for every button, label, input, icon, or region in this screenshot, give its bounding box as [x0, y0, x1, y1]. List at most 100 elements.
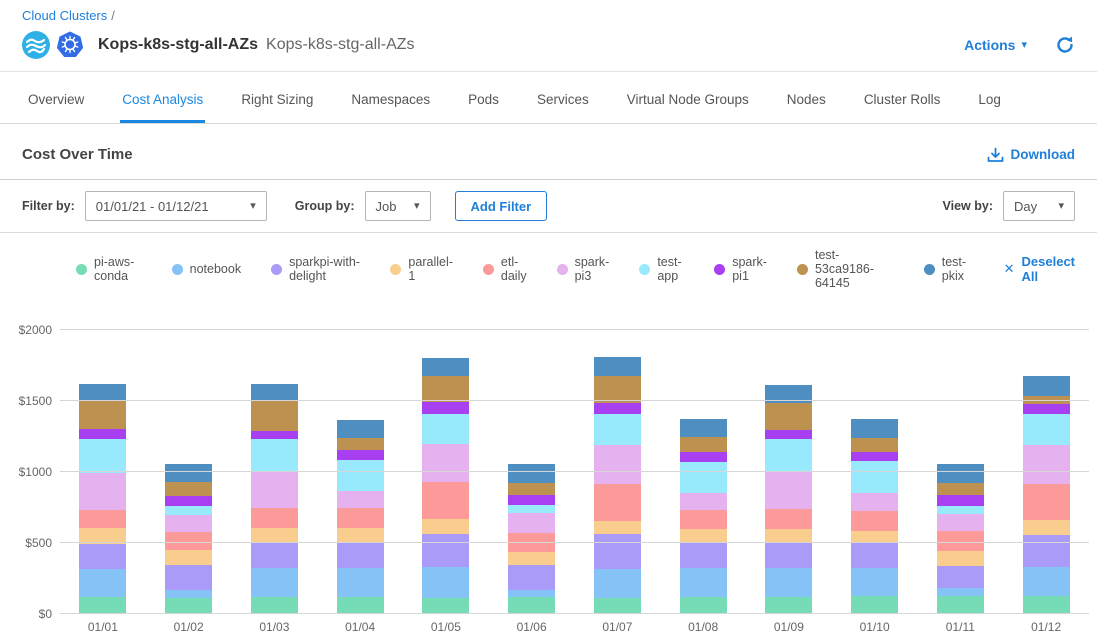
bar-segment-notebook[interactable] — [851, 568, 898, 596]
bar-segment-test-53ca9186-64145[interactable] — [165, 482, 212, 496]
bar-segment-etl-daily[interactable] — [79, 510, 126, 529]
bar-segment-spark-pi3[interactable] — [422, 444, 469, 482]
bar-segment-pi-aws-conda[interactable] — [422, 598, 469, 614]
bar-segment-etl-daily[interactable] — [765, 509, 812, 529]
bar-01/07[interactable] — [594, 357, 641, 614]
bar-segment-test-53ca9186-64145[interactable] — [337, 438, 384, 451]
bar-segment-test-app[interactable] — [937, 506, 984, 513]
bar-segment-sparkpi-with-delight[interactable] — [508, 565, 555, 589]
bar-segment-pi-aws-conda[interactable] — [851, 596, 898, 614]
legend-item-etl-daily[interactable]: etl-daily — [483, 255, 527, 283]
bar-segment-parallel-1[interactable] — [165, 550, 212, 565]
bar-segment-spark-pi3[interactable] — [508, 513, 555, 533]
bar-segment-notebook[interactable] — [937, 588, 984, 596]
legend-item-notebook[interactable]: notebook — [172, 262, 241, 276]
bar-segment-notebook[interactable] — [251, 568, 298, 597]
bar-segment-spark-pi3[interactable] — [765, 472, 812, 510]
bar-segment-notebook[interactable] — [337, 568, 384, 597]
bar-segment-spark-pi1[interactable] — [251, 431, 298, 439]
bar-segment-spark-pi3[interactable] — [851, 493, 898, 511]
bar-segment-sparkpi-with-delight[interactable] — [422, 534, 469, 568]
bar-segment-test-app[interactable] — [594, 414, 641, 445]
bar-segment-test-app[interactable] — [765, 439, 812, 471]
bar-segment-test-53ca9186-64145[interactable] — [937, 483, 984, 495]
bar-segment-spark-pi3[interactable] — [79, 473, 126, 510]
bar-segment-spark-pi1[interactable] — [851, 452, 898, 461]
tab-right-sizing[interactable]: Right Sizing — [239, 72, 315, 123]
bar-segment-pi-aws-conda[interactable] — [79, 597, 126, 614]
bar-01/03[interactable] — [251, 384, 298, 614]
bar-01/11[interactable] — [937, 464, 984, 614]
actions-button[interactable]: Actions ▾ — [964, 37, 1027, 53]
bar-segment-test-app[interactable] — [508, 505, 555, 513]
bar-segment-test-53ca9186-64145[interactable] — [680, 437, 727, 451]
deselect-all-button[interactable]: ✕Deselect All — [1004, 254, 1075, 284]
bar-segment-test-pkix[interactable] — [594, 357, 641, 376]
bar-segment-etl-daily[interactable] — [594, 484, 641, 521]
bar-segment-notebook[interactable] — [79, 569, 126, 597]
bar-01/10[interactable] — [851, 419, 898, 614]
bar-segment-etl-daily[interactable] — [1023, 484, 1070, 520]
bar-segment-notebook[interactable] — [508, 590, 555, 597]
bar-segment-spark-pi1[interactable] — [79, 429, 126, 439]
date-range-select[interactable]: 01/01/21 - 01/12/21 ▾ — [85, 191, 267, 221]
bar-segment-spark-pi3[interactable] — [165, 515, 212, 531]
bar-segment-spark-pi1[interactable] — [508, 495, 555, 505]
bar-segment-etl-daily[interactable] — [337, 508, 384, 528]
bar-segment-test-pkix[interactable] — [937, 464, 984, 483]
bar-segment-parallel-1[interactable] — [508, 552, 555, 565]
tab-nodes[interactable]: Nodes — [785, 72, 828, 123]
bar-segment-test-53ca9186-64145[interactable] — [765, 403, 812, 430]
bar-segment-pi-aws-conda[interactable] — [337, 597, 384, 615]
bar-segment-notebook[interactable] — [594, 569, 641, 599]
legend-item-parallel-1[interactable]: parallel-1 — [390, 255, 452, 283]
bar-segment-test-pkix[interactable] — [851, 419, 898, 438]
bar-segment-spark-pi1[interactable] — [1023, 404, 1070, 414]
bar-01/02[interactable] — [165, 464, 212, 614]
bar-segment-pi-aws-conda[interactable] — [251, 597, 298, 614]
bar-segment-pi-aws-conda[interactable] — [765, 597, 812, 614]
bar-segment-test-pkix[interactable] — [79, 384, 126, 401]
bar-01/09[interactable] — [765, 385, 812, 614]
legend-item-pi-aws-conda[interactable]: pi-aws-conda — [76, 255, 142, 283]
group-by-select[interactable]: Job ▾ — [365, 191, 431, 221]
bar-segment-spark-pi1[interactable] — [594, 403, 641, 414]
bar-segment-etl-daily[interactable] — [422, 482, 469, 519]
tab-cluster-rolls[interactable]: Cluster Rolls — [862, 72, 943, 123]
bar-segment-pi-aws-conda[interactable] — [680, 597, 727, 614]
bar-segment-notebook[interactable] — [680, 568, 727, 597]
bar-segment-test-app[interactable] — [165, 506, 212, 515]
bar-segment-spark-pi3[interactable] — [937, 514, 984, 531]
bar-segment-pi-aws-conda[interactable] — [937, 596, 984, 614]
download-button[interactable]: Download — [987, 147, 1076, 163]
bar-segment-pi-aws-conda[interactable] — [508, 597, 555, 615]
bar-segment-pi-aws-conda[interactable] — [1023, 596, 1070, 614]
bar-segment-sparkpi-with-delight[interactable] — [79, 544, 126, 569]
bar-segment-spark-pi3[interactable] — [680, 493, 727, 510]
tab-overview[interactable]: Overview — [26, 72, 86, 123]
bar-segment-test-pkix[interactable] — [251, 384, 298, 401]
bar-01/12[interactable] — [1023, 376, 1070, 614]
bar-01/06[interactable] — [508, 464, 555, 614]
bar-segment-sparkpi-with-delight[interactable] — [680, 543, 727, 567]
bar-segment-test-53ca9186-64145[interactable] — [251, 401, 298, 431]
legend-item-test-53ca9186-64145[interactable]: test-53ca9186-64145 — [797, 248, 894, 290]
breadcrumb-link-cloud-clusters[interactable]: Cloud Clusters — [22, 8, 107, 23]
tab-cost-analysis[interactable]: Cost Analysis — [120, 72, 205, 123]
legend-item-spark-pi1[interactable]: spark-pi1 — [714, 255, 767, 283]
bar-segment-test-app[interactable] — [1023, 414, 1070, 445]
bar-segment-test-app[interactable] — [851, 461, 898, 493]
bar-segment-spark-pi3[interactable] — [1023, 445, 1070, 484]
bar-segment-notebook[interactable] — [165, 590, 212, 597]
bar-segment-test-pkix[interactable] — [1023, 376, 1070, 395]
bar-segment-sparkpi-with-delight[interactable] — [594, 534, 641, 569]
bar-segment-parallel-1[interactable] — [337, 528, 384, 543]
bar-segment-test-53ca9186-64145[interactable] — [79, 401, 126, 430]
bar-segment-notebook[interactable] — [765, 568, 812, 597]
bar-segment-test-pkix[interactable] — [337, 420, 384, 438]
bar-segment-sparkpi-with-delight[interactable] — [1023, 535, 1070, 567]
bar-segment-test-app[interactable] — [680, 462, 727, 493]
bar-segment-test-53ca9186-64145[interactable] — [422, 376, 469, 402]
bar-segment-spark-pi1[interactable] — [165, 496, 212, 507]
bar-segment-spark-pi1[interactable] — [337, 450, 384, 459]
